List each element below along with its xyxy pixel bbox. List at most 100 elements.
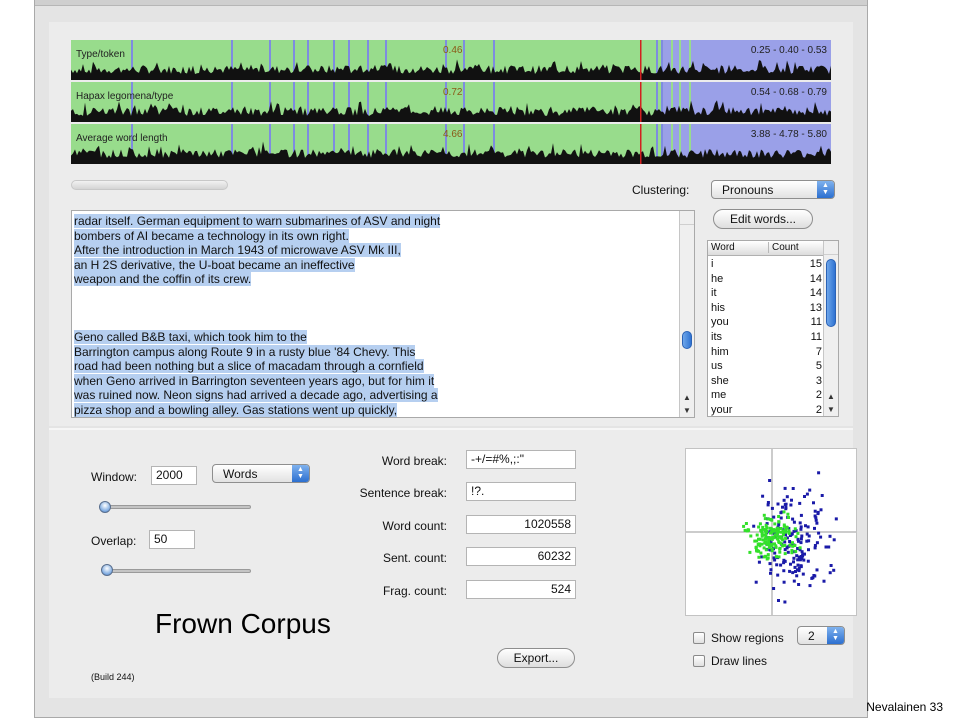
text-scrollbar[interactable]: ▲ ▼ xyxy=(679,211,694,417)
scatter-point xyxy=(778,550,782,554)
table-row[interactable]: me 2 xyxy=(708,388,825,402)
regions-count-select[interactable]: 2 ▲ ▼ xyxy=(797,626,845,645)
scatter-point xyxy=(815,568,819,572)
column-header-count[interactable]: Count xyxy=(768,242,799,253)
table-row[interactable]: us 5 xyxy=(708,359,825,373)
scatter-point xyxy=(828,571,832,575)
sentence-break-input[interactable]: !?. xyxy=(466,482,576,501)
scrollbar-cap xyxy=(824,241,838,255)
strip-hapax[interactable]: Hapax legomena/type 0.72 0.54 - 0.68 - 0… xyxy=(71,82,831,122)
scatter-point xyxy=(744,522,748,525)
table-row[interactable]: it 14 xyxy=(708,286,825,300)
clustering-select[interactable]: Pronouns ▲ ▼ xyxy=(711,180,835,199)
scroll-up-icon[interactable]: ▲ xyxy=(680,391,694,404)
scatter-point xyxy=(767,546,771,550)
scatter-point xyxy=(771,535,775,539)
scatter-point xyxy=(785,525,789,529)
table-row[interactable]: your 2 xyxy=(708,403,825,416)
count-cell: 14 xyxy=(809,287,822,300)
scatter-point xyxy=(807,548,810,552)
count-cell: 15 xyxy=(809,258,822,270)
scatter-point xyxy=(803,552,806,556)
sent-count-label: Sent. count: xyxy=(382,551,447,565)
scatter-point xyxy=(748,550,752,554)
text-view[interactable]: radar itself. German equipment to warn s… xyxy=(71,210,695,418)
table-row[interactable]: he 14 xyxy=(708,272,825,286)
column-header-word[interactable]: Word xyxy=(711,242,735,253)
select-arrows-icon: ▲ ▼ xyxy=(827,627,844,644)
cluster-scatter-plot[interactable] xyxy=(685,448,857,616)
table-row[interactable]: i 15 xyxy=(708,257,825,271)
edit-words-button[interactable]: Edit words... xyxy=(713,209,813,229)
text-line: Geno called B&B taxi, which took him to … xyxy=(74,330,307,344)
scatter-point xyxy=(795,574,799,578)
scatter-point xyxy=(796,531,800,535)
word-cell: he xyxy=(711,272,724,285)
scatter-point xyxy=(779,536,783,540)
overlap-label: Overlap: xyxy=(91,534,137,548)
scatter-point xyxy=(765,530,769,533)
table-row[interactable]: his 13 xyxy=(708,301,825,315)
position-cursor xyxy=(640,82,642,122)
text-line: After the introduction in March 1943 of … xyxy=(74,243,401,257)
scroll-up-icon[interactable]: ▲ xyxy=(824,390,838,403)
scatter-point xyxy=(786,512,790,516)
table-row[interactable]: its 11 xyxy=(708,330,825,344)
scatter-point xyxy=(781,533,785,536)
scatter-point xyxy=(781,505,784,509)
scatter-point xyxy=(819,535,823,539)
overlap-slider-track[interactable] xyxy=(105,569,251,573)
window-slider-track[interactable] xyxy=(105,505,251,509)
word-break-input[interactable]: -+/=#%,;:" xyxy=(466,450,576,469)
table-row[interactable]: you 11 xyxy=(708,315,825,329)
strip-word-length[interactable]: Average word length 4.66 3.88 - 4.78 - 5… xyxy=(71,124,831,164)
export-button[interactable]: Export... xyxy=(497,648,575,668)
table-scrollbar[interactable]: ▲ ▼ xyxy=(823,241,838,416)
table-scroll-thumb[interactable] xyxy=(826,259,836,327)
scatter-point xyxy=(784,507,788,511)
slide-footer: Nevalainen 33 xyxy=(866,700,943,714)
scatter-point xyxy=(761,525,765,529)
scatter-point xyxy=(814,518,818,522)
scatter-point xyxy=(754,580,758,584)
table-row[interactable]: she 3 xyxy=(708,374,825,388)
overlap-slider-knob[interactable] xyxy=(101,564,113,576)
progress-bar xyxy=(71,180,228,190)
draw-lines-checkbox[interactable] xyxy=(693,655,705,667)
window-size-input[interactable]: 2000 xyxy=(151,466,197,485)
word-cell: us xyxy=(711,360,723,373)
scatter-point xyxy=(834,517,838,521)
scatter-point xyxy=(832,568,836,572)
strip-label: Type/token xyxy=(76,49,125,60)
scroll-down-icon[interactable]: ▼ xyxy=(680,404,694,417)
word-count-table[interactable]: Word Count i 15 he 14 it 14 his 13 you 11 its 11 him… xyxy=(707,240,839,417)
scroll-down-icon[interactable]: ▼ xyxy=(824,403,838,416)
scatter-point xyxy=(782,580,786,584)
window-unit-select[interactable]: Words ▲ ▼ xyxy=(212,464,310,483)
scatter-point xyxy=(782,523,786,527)
scatter-point xyxy=(805,532,809,536)
table-row[interactable]: him 7 xyxy=(708,345,825,359)
scatter-point xyxy=(755,533,759,537)
scatter-point xyxy=(779,511,783,515)
text-scroll-thumb[interactable] xyxy=(682,331,692,349)
scatter-point xyxy=(801,572,805,576)
scatter-point xyxy=(774,555,778,559)
scatter-point xyxy=(790,548,794,552)
scatter-point xyxy=(764,523,768,527)
scatter-point xyxy=(812,501,815,505)
scatter-point xyxy=(797,569,801,573)
strip-type-token[interactable]: Type/token 0.46 0.25 - 0.40 - 0.53 xyxy=(71,40,831,80)
show-regions-checkbox[interactable] xyxy=(693,632,705,644)
scatter-point xyxy=(752,524,756,528)
count-cell: 11 xyxy=(810,316,822,329)
scatter-point xyxy=(788,569,792,573)
scatter-point xyxy=(767,540,771,544)
count-cell: 2 xyxy=(815,389,822,402)
text-line: bombers of AI became a technology in its… xyxy=(74,228,349,243)
window-slider-knob[interactable] xyxy=(99,501,111,513)
strip-label: Hapax legomena/type xyxy=(76,91,174,102)
scatter-point xyxy=(796,558,800,562)
slide-title: Frown Corpus xyxy=(155,608,331,639)
overlap-input[interactable]: 50 xyxy=(149,530,195,549)
